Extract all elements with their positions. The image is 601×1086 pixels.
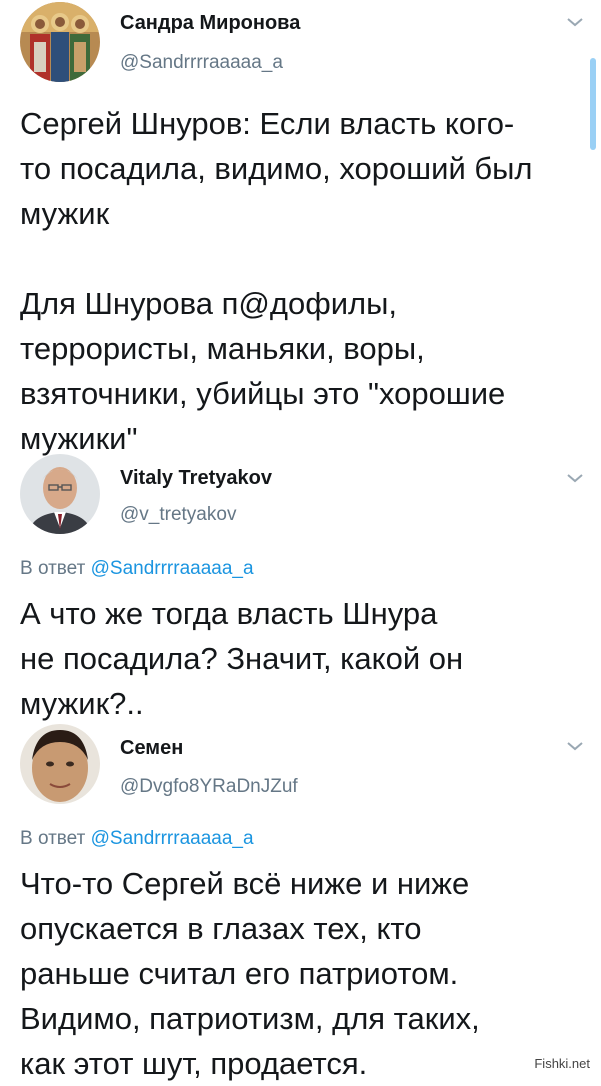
watermark: Fishki.net [531, 1055, 593, 1072]
tweet-3[interactable]: Семен @Dvgfo8YRaDnJZuf В ответ @Sandrrrr… [0, 720, 601, 1081]
reply-mention-link[interactable]: @Sandrrrraaaaa_a [91, 828, 254, 849]
young-man-avatar[interactable] [20, 724, 100, 804]
icon-painting-avatar[interactable] [20, 2, 100, 82]
author-name[interactable]: Vitaly Tretyakov [120, 467, 272, 490]
scrollbar[interactable] [590, 58, 596, 150]
author-handle[interactable]: @Sandrrrraaaaa_a [120, 52, 283, 74]
reply-prefix: В ответ [20, 558, 86, 579]
author-name[interactable]: Семен [120, 737, 183, 760]
chevron-down-icon[interactable] [566, 740, 584, 752]
chevron-down-icon[interactable] [566, 472, 584, 484]
tweet-text: Что-то Сергей всё ниже и ниже опускается… [20, 866, 480, 1081]
author-name[interactable]: Сандра Миронова [120, 12, 300, 35]
author-handle[interactable]: @Dvgfo8YRaDnJZuf [120, 776, 298, 798]
tweet-text: Сергей Шнуров: Если власть кого- то поса… [20, 106, 533, 456]
chevron-down-icon[interactable] [566, 16, 584, 28]
reply-mention-link[interactable]: @Sandrrrraaaaa_a [91, 558, 254, 579]
tweet-2[interactable]: Vitaly Tretyakov @v_tretyakov В ответ @S… [0, 450, 601, 721]
author-handle[interactable]: @v_tretyakov [120, 504, 236, 526]
reply-context: В ответ @Sandrrrraaaaa_a [20, 828, 254, 850]
man-portrait-avatar[interactable] [20, 454, 100, 534]
reply-context: В ответ @Sandrrrraaaaa_a [20, 558, 254, 580]
tweet-1[interactable]: Сандра Миронова @Sandrrrraaaaa_a Сергей … [0, 0, 601, 456]
tweet-text: А что же тогда власть Шнура не посадила?… [20, 596, 464, 721]
reply-prefix: В ответ [20, 828, 86, 849]
